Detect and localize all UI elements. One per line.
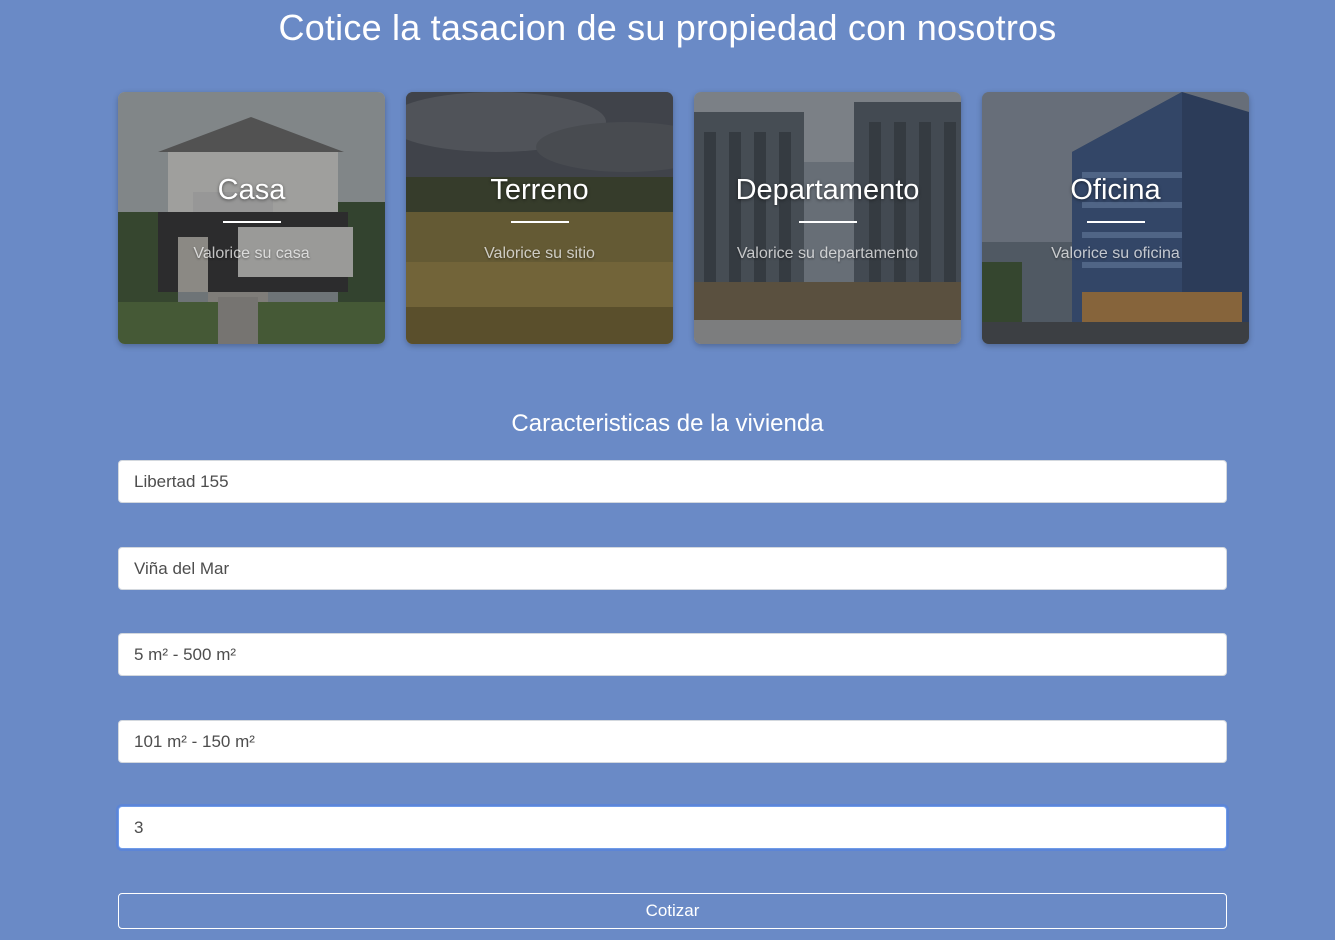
card-title: Oficina [1070, 174, 1161, 206]
rooms-input[interactable] [118, 806, 1227, 849]
card-subtitle: Valorice su sitio [484, 245, 595, 262]
card-subtitle: Valorice su oficina [1051, 245, 1180, 262]
city-input[interactable] [118, 547, 1227, 590]
property-type-cards: Casa Valorice su casa Terreno Valorice s… [118, 92, 1249, 344]
card-divider [222, 221, 281, 223]
card-departamento[interactable]: Departamento Valorice su departamento [694, 92, 961, 344]
address-input[interactable] [118, 460, 1227, 503]
page-title: Cotice la tasacion de su propiedad con n… [278, 7, 1057, 48]
built-area-input[interactable] [118, 720, 1227, 763]
card-title: Terreno [490, 174, 589, 206]
cotizar-button[interactable]: Cotizar [118, 893, 1227, 929]
card-divider [1086, 221, 1145, 223]
card-oficina[interactable]: Oficina Valorice su oficina [982, 92, 1249, 344]
card-title: Departamento [735, 174, 920, 206]
card-terreno[interactable]: Terreno Valorice su sitio [406, 92, 673, 344]
form-heading: Caracteristicas de la vivienda [511, 410, 824, 437]
card-divider [510, 221, 569, 223]
card-divider [798, 221, 857, 223]
card-title: Casa [217, 174, 286, 206]
card-subtitle: Valorice su departamento [736, 245, 919, 262]
land-area-input[interactable] [118, 633, 1227, 676]
card-subtitle: Valorice su casa [193, 245, 310, 262]
card-casa[interactable]: Casa Valorice su casa [118, 92, 385, 344]
